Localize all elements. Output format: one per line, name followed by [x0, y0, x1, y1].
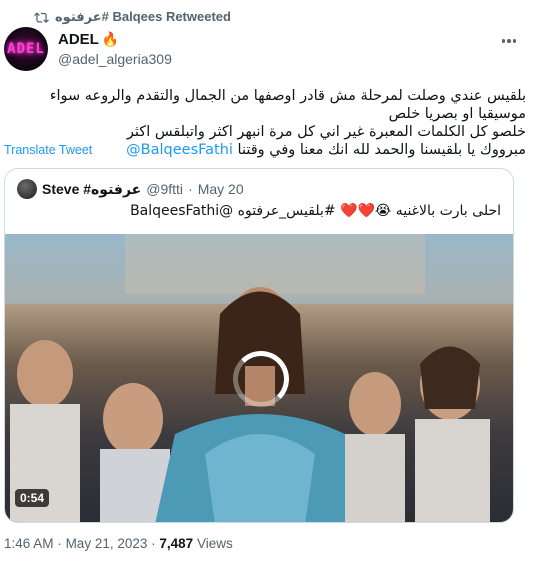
mention-link[interactable]: @BalqeesFathi: [126, 142, 233, 158]
author-handle[interactable]: @adel_algeria309: [58, 51, 172, 67]
tweet-time[interactable]: 1:46 AM: [4, 536, 54, 551]
separator-dot: ·: [57, 536, 62, 551]
quote-author-name[interactable]: Steve #عرفتوه: [42, 181, 141, 198]
quote-author-handle[interactable]: @9ftti: [146, 181, 183, 197]
separator-dot: ·: [188, 181, 193, 197]
separator-dot: ·: [151, 536, 156, 551]
video-duration-badge: 0:54: [15, 489, 50, 507]
tweet-text-line: خلصو كل الكلمات المعبرة غير اني كل مرة ا…: [126, 124, 526, 140]
tweet-date[interactable]: May 21, 2023: [66, 536, 148, 551]
author-block[interactable]: ADEL 🔥 @adel_algeria309: [58, 31, 172, 67]
tweet-text-fragment: مبرووك يا بلقيسنا والحمد لله انك معنا وف…: [237, 142, 526, 158]
views-label: Views: [196, 536, 233, 551]
author-name-text: ADEL: [58, 31, 99, 48]
more-options-button[interactable]: [496, 32, 522, 50]
quoted-tweet[interactable]: Steve #عرفتوه @9ftti · May 20 احلى بارت …: [4, 168, 514, 523]
video-player[interactable]: 0:54: [5, 234, 513, 522]
fire-emoji-icon: 🔥: [101, 31, 120, 47]
quote-avatar[interactable]: [17, 179, 37, 199]
more-horizontal-icon: [501, 39, 517, 43]
views-count: 7,487: [159, 536, 194, 551]
loading-spinner-icon: [233, 351, 289, 407]
avatar[interactable]: ADEL: [4, 27, 48, 71]
quote-header: Steve #عرفتوه @9ftti · May 20: [17, 179, 244, 199]
translate-tweet-link[interactable]: Translate Tweet: [4, 143, 92, 157]
retweet-icon: [34, 11, 49, 23]
retweet-context[interactable]: عرفتوه# Balqees Retweeted: [34, 8, 231, 26]
quote-date[interactable]: May 20: [198, 181, 244, 197]
author-name[interactable]: ADEL 🔥: [58, 31, 172, 48]
tweet-footer: 1:46 AM · May 21, 2023 · 7,487 Views: [4, 536, 233, 551]
quote-text: احلى بارت بالاغنيه 😭❤️❤️ #بلقيس_عرفتوه @…: [130, 203, 501, 219]
retweet-label: عرفتوه# Balqees Retweeted: [55, 9, 231, 24]
tweet-text-line: بلقيس عندي وصلت لمرحلة مش قادر اوصفها من…: [49, 88, 526, 122]
avatar-logo-text: ADEL: [7, 41, 45, 57]
